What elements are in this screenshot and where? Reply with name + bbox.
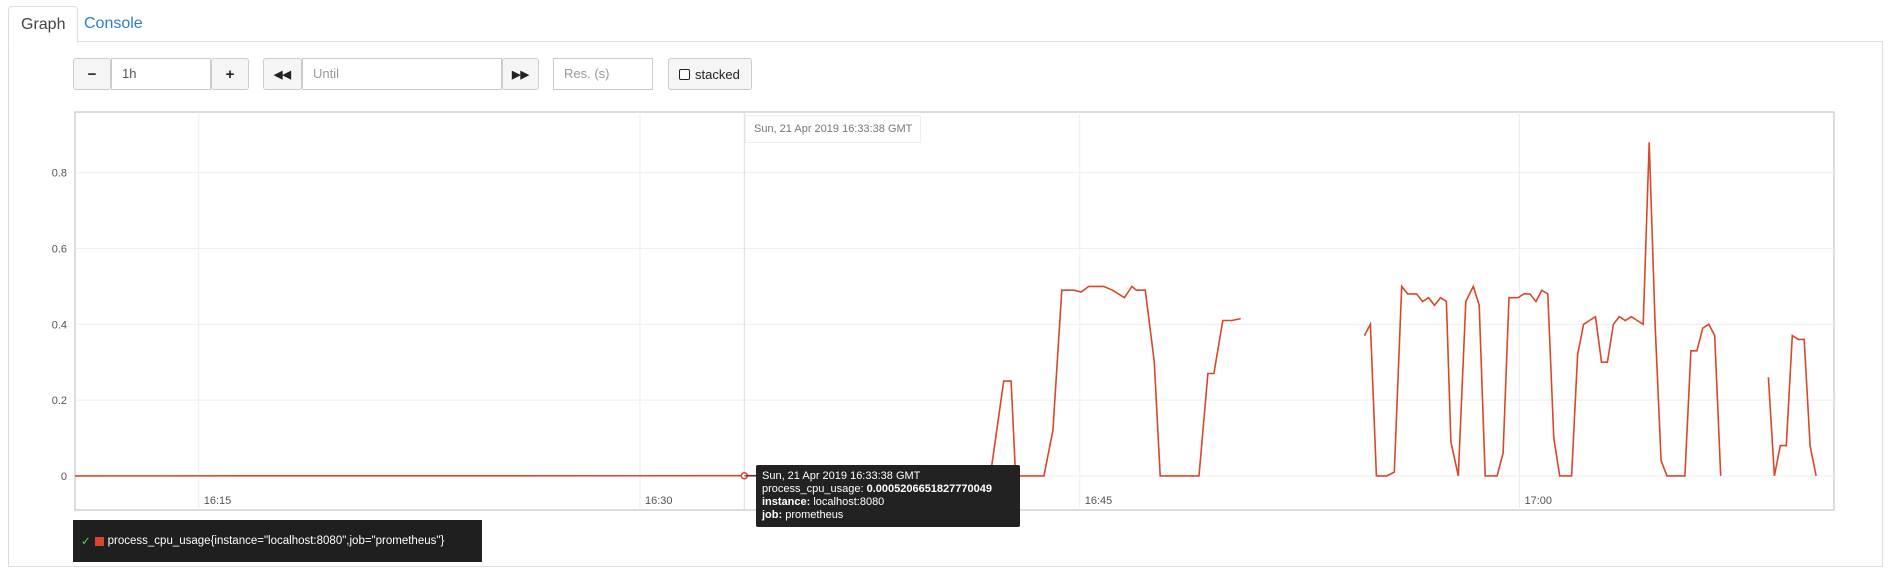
tab-graph[interactable]: Graph	[8, 6, 79, 43]
tooltip-metric-value: 0.0005206651827770049	[866, 483, 992, 495]
y-tick-label: 0	[61, 471, 67, 483]
plot-area	[74, 111, 1835, 511]
tooltip-job-row: job: prometheus	[762, 509, 844, 521]
y-tick-label: 0.4	[52, 319, 67, 331]
x-tick-label: 16:30	[645, 495, 673, 507]
tooltip-metric-row: process_cpu_usage: 0.0005206651827770049	[762, 483, 992, 495]
x-tick-label: 17:00	[1524, 495, 1552, 507]
legend[interactable]: ✓ process_cpu_usage{instance="localhost:…	[73, 520, 482, 562]
y-tick-label: 0.6	[52, 243, 67, 255]
x-tick-label: 16:45	[1085, 495, 1113, 507]
y-tick-label: 0.8	[52, 168, 67, 180]
x-tick-label: 16:15	[204, 495, 232, 507]
hover-tooltip: Sun, 21 Apr 2019 16:33:38 GMT process_cp…	[756, 465, 1020, 527]
legend-label: process_cpu_usage{instance="localhost:80…	[107, 535, 445, 547]
tooltip-time: Sun, 21 Apr 2019 16:33:38 GMT	[762, 470, 921, 482]
tooltip-instance-row: instance: localhost:8080	[762, 496, 885, 508]
series-color-swatch	[94, 536, 104, 546]
y-tick-label: 0.2	[52, 395, 67, 407]
check-icon: ✓	[81, 536, 91, 548]
hover-time-label: Sun, 21 Apr 2019 16:33:38 GMT	[745, 115, 922, 143]
